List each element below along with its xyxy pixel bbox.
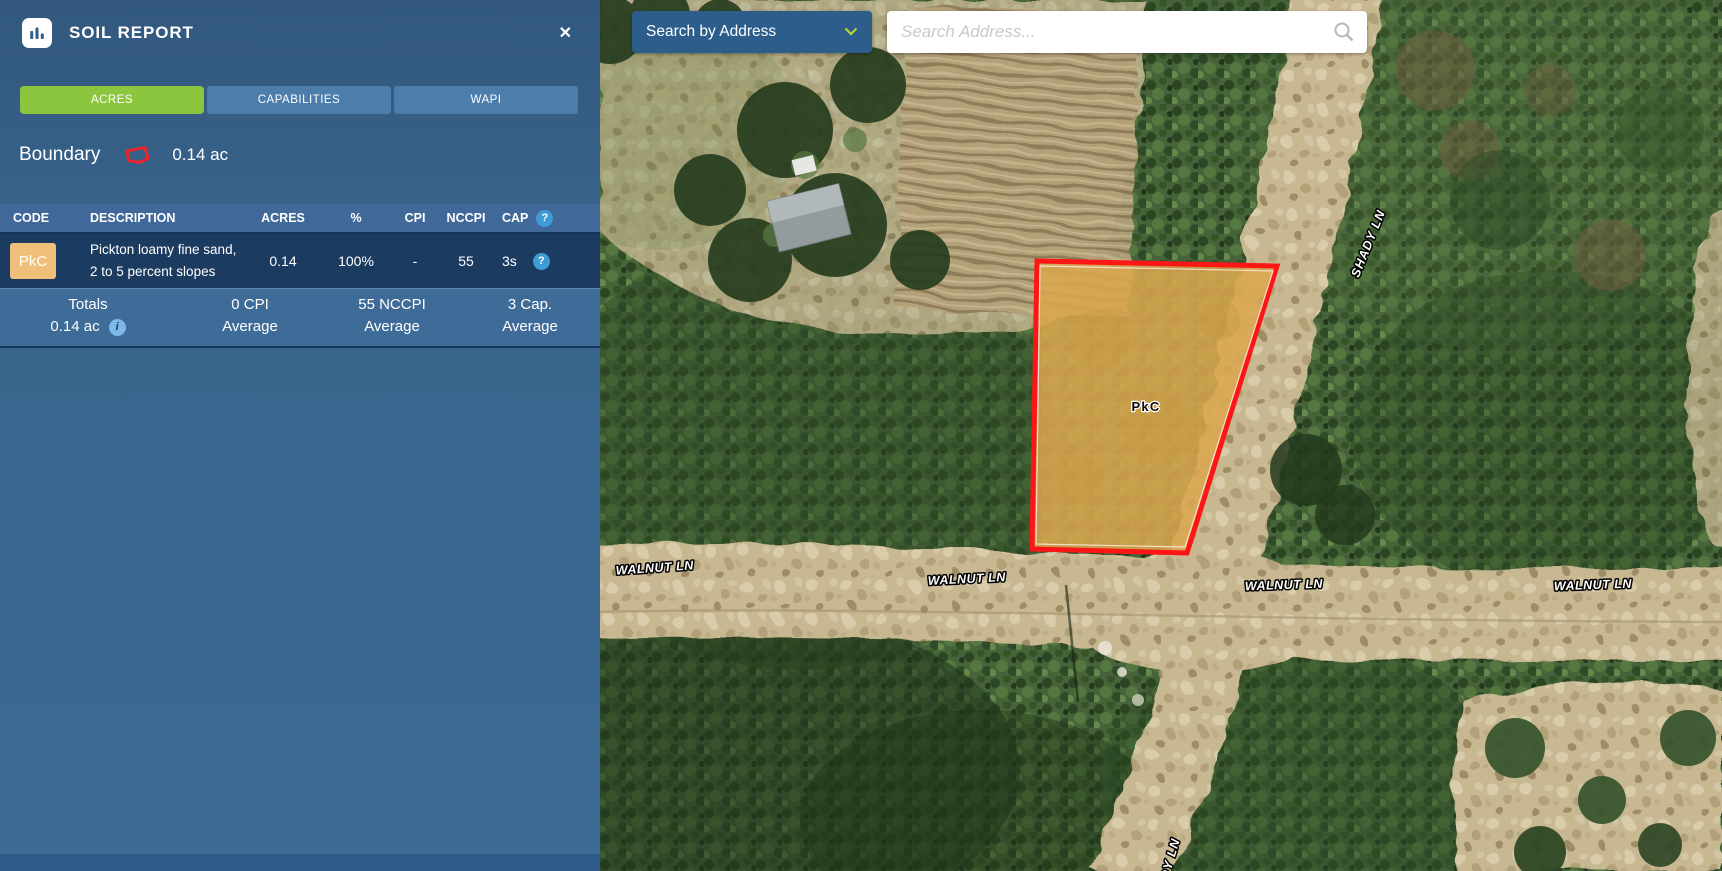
totals-row: Totals 0.14 ac i 0 CPI Average 55 NCCPI … xyxy=(0,289,600,348)
totals-cap-sub: Average xyxy=(460,316,600,338)
soil-description: Pickton loamy fine sand, 2 to 5 percent … xyxy=(78,239,246,283)
boundary-area-value: 0.14 ac xyxy=(172,145,228,165)
col-header-description: DESCRIPTION xyxy=(78,211,246,225)
road-label-walnut-4: WALNUT LN xyxy=(1554,577,1633,594)
search-icon[interactable] xyxy=(1333,21,1355,48)
totals-cap-value: 3 Cap. xyxy=(460,294,600,316)
soil-report-app: PkC WALNUT LN WALNUT LN WALNUT LN WALNUT… xyxy=(0,0,1722,871)
search-bar: Search by Address xyxy=(632,11,1367,53)
col-header-code: CODE xyxy=(0,211,78,225)
satellite-imagery: PkC WALNUT LN WALNUT LN WALNUT LN WALNUT… xyxy=(600,0,1722,871)
col-header-percent: % xyxy=(320,211,392,225)
search-category-dropdown[interactable]: Search by Address xyxy=(632,11,872,53)
tab-capabilities[interactable]: CAPABILITIES xyxy=(207,86,391,114)
bar-chart-icon xyxy=(22,18,52,48)
boundary-label: Boundary xyxy=(19,144,100,166)
search-category-label: Search by Address xyxy=(646,23,844,41)
boundary-polygon-icon xyxy=(124,144,151,166)
soil-cap: 3s xyxy=(502,253,517,269)
search-input-wrap xyxy=(887,11,1367,53)
totals-label: Totals xyxy=(0,294,176,316)
totals-cpi-value: 0 CPI xyxy=(176,294,324,316)
info-icon[interactable]: i xyxy=(109,319,126,336)
parcel-label: PkC xyxy=(1132,399,1161,414)
soil-cpi: - xyxy=(392,253,438,269)
satellite-map[interactable]: PkC WALNUT LN WALNUT LN WALNUT LN WALNUT… xyxy=(600,0,1722,871)
tab-acres[interactable]: ACRES xyxy=(20,86,204,114)
col-header-cpi: CPI xyxy=(392,211,438,225)
totals-nccpi-value: 55 NCCPI xyxy=(324,294,460,316)
tab-bar: ACRES CAPABILITIES WAPI xyxy=(20,86,578,114)
close-icon[interactable]: ✕ xyxy=(557,21,574,45)
col-header-cap: CAP xyxy=(502,211,528,225)
tab-wapi[interactable]: WAPI xyxy=(394,86,578,114)
panel-footer xyxy=(0,854,600,871)
soil-table: CODE DESCRIPTION ACRES % CPI NCCPI CAP ?… xyxy=(0,204,600,348)
col-header-nccpi: NCCPI xyxy=(438,211,494,225)
col-header-acres: ACRES xyxy=(246,211,320,225)
road-label-walnut-3: WALNUT LN xyxy=(1245,577,1324,594)
soil-percent: 100% xyxy=(320,253,392,269)
panel-header: SOIL REPORT ✕ xyxy=(0,0,600,66)
totals-cpi-sub: Average xyxy=(176,316,324,338)
row-help-icon[interactable]: ? xyxy=(533,253,550,270)
soil-report-panel: SOIL REPORT ✕ ACRES CAPABILITIES WAPI Bo… xyxy=(0,0,600,871)
table-row[interactable]: PkC Pickton loamy fine sand, 2 to 5 perc… xyxy=(0,234,600,289)
chevron-down-icon xyxy=(844,23,858,41)
boundary-row: Boundary 0.14 ac xyxy=(0,132,600,178)
totals-nccpi-sub: Average xyxy=(324,316,460,338)
soil-acres: 0.14 xyxy=(246,253,320,269)
search-input[interactable] xyxy=(887,11,1367,53)
table-header: CODE DESCRIPTION ACRES % CPI NCCPI CAP ? xyxy=(0,204,600,234)
totals-area: 0.14 ac xyxy=(50,316,99,338)
soil-nccpi: 55 xyxy=(438,253,494,269)
soil-code-badge: PkC xyxy=(10,243,56,279)
page-title: SOIL REPORT xyxy=(69,23,194,43)
cap-help-icon[interactable]: ? xyxy=(536,210,553,227)
